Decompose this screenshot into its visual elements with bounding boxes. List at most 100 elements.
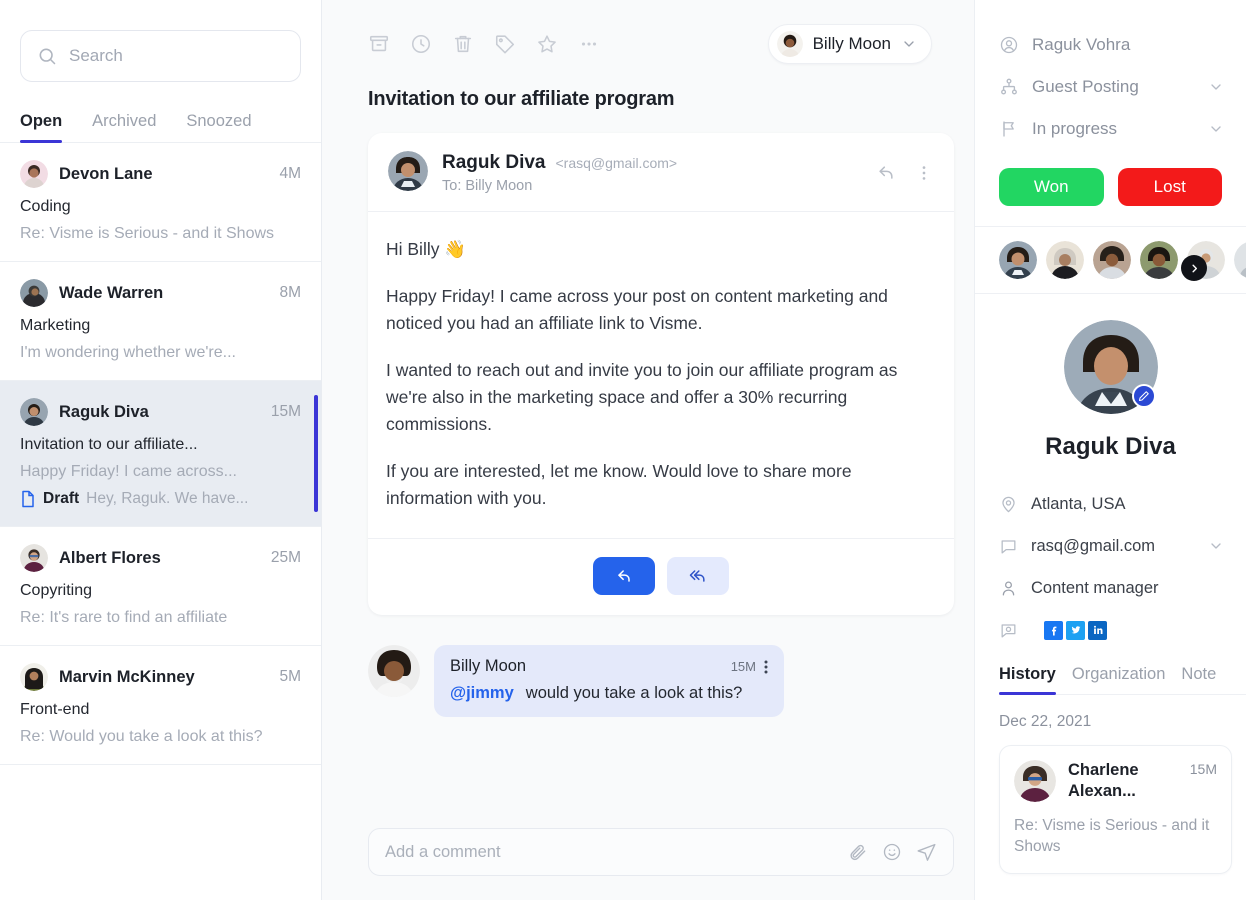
attachment-icon[interactable] — [848, 842, 868, 862]
detail-email: rasq@gmail.com — [1031, 536, 1156, 555]
thread-item[interactable]: Albert Flores 25M Copyriting Re: It's ra… — [0, 527, 321, 646]
thread-header: Albert Flores 25M — [20, 544, 301, 572]
profile-photo-wrap — [1063, 320, 1158, 414]
thread-item[interactable]: Marvin McKinney 5M Front-end Re: Would y… — [0, 646, 321, 765]
thread-preview: Re: Visme is Serious - and it Shows — [20, 225, 275, 242]
thread-header: Raguk Diva 15M — [20, 398, 301, 426]
message-panel: Billy Moon Invitation to our affiliate p… — [322, 0, 974, 900]
emoji-icon[interactable] — [882, 842, 902, 862]
thread-subject: Invitation to our affiliate... — [20, 436, 198, 453]
facebook-icon[interactable] — [1044, 620, 1063, 640]
meta-status-label: In progress — [1032, 119, 1118, 138]
tab-open[interactable]: Open — [20, 112, 63, 143]
account-switcher[interactable]: Billy Moon — [767, 24, 932, 64]
chevron-down-icon[interactable] — [1208, 121, 1246, 137]
detail-row-socials — [999, 609, 1246, 651]
mail-paragraph: If you are interested, let me know. Woul… — [386, 461, 852, 508]
detail-row-email[interactable]: rasq@gmail.com — [999, 525, 1246, 567]
avatar — [388, 151, 428, 191]
profile-name: Raguk Diva — [1045, 433, 1176, 460]
profile-details: Atlanta, USA rasq@gmail.com Content mana… — [975, 461, 1246, 651]
history-card[interactable]: Charlene Alexan... 15M Re: Visme is Seri… — [999, 745, 1232, 874]
avatar — [20, 279, 48, 307]
comment-time: 15M — [730, 659, 756, 674]
star-icon[interactable] — [536, 33, 558, 55]
linkedin-icon[interactable] — [1088, 620, 1107, 640]
comment-author: Billy Moon — [450, 657, 527, 675]
mail-paragraph: I wanted to reach out and invite you to … — [386, 360, 898, 434]
next-participants-button[interactable] — [1181, 255, 1207, 281]
chevron-down-icon — [901, 36, 917, 52]
meta-pipeline-label: Guest Posting — [1032, 77, 1139, 96]
reply-button[interactable] — [593, 557, 655, 595]
participant-avatar[interactable] — [999, 241, 1037, 279]
thread-item[interactable]: Wade Warren 8M Marketing I'm wondering w… — [0, 262, 321, 381]
twitter-icon[interactable] — [1066, 620, 1085, 640]
won-button[interactable]: Won — [999, 168, 1104, 206]
thread-header: Marvin McKinney 5M — [20, 663, 301, 691]
chevron-down-icon[interactable] — [1208, 538, 1246, 554]
search-box[interactable] — [20, 30, 301, 82]
meta-row-owner[interactable]: Raguk Vohra — [999, 24, 1246, 66]
mail-sender-email: <rasq@gmail.com> — [555, 155, 678, 171]
comment-header: Billy Moon 15M — [450, 657, 768, 676]
history-card-time: 15M — [1189, 761, 1217, 777]
tab-snoozed[interactable]: Snoozed — [186, 112, 251, 142]
account-name: Billy Moon — [812, 34, 891, 53]
comment-mention[interactable]: @jimmy — [450, 684, 514, 702]
participant-avatar[interactable] — [1140, 241, 1178, 279]
history-card-header: Charlene Alexan... 15M — [1014, 760, 1217, 802]
reply-actions — [368, 538, 954, 615]
participants-row — [975, 226, 1246, 294]
comment-input[interactable] — [385, 842, 834, 862]
mail-more-icon[interactable] — [914, 163, 934, 183]
search-input[interactable] — [69, 46, 290, 66]
archive-icon[interactable] — [368, 33, 390, 55]
history-card-name: Charlene Alexan... — [1068, 761, 1139, 800]
flag-icon — [999, 119, 1019, 139]
user-circle-icon — [999, 35, 1019, 55]
clock-icon[interactable] — [410, 33, 432, 55]
thread-subject: Coding — [20, 198, 71, 215]
trash-icon[interactable] — [452, 33, 474, 55]
send-icon[interactable] — [916, 842, 937, 863]
more-icon[interactable] — [578, 33, 600, 55]
thread-list: Devon Lane 4M Coding Re: Visme is Seriou… — [0, 143, 321, 900]
thread-item-selected[interactable]: Raguk Diva 15M Invitation to our affilia… — [0, 381, 321, 527]
comment-thread: Billy Moon 15M @jimmy would you take a lo… — [368, 645, 954, 717]
lost-button[interactable]: Lost — [1117, 168, 1222, 206]
avatar — [20, 663, 48, 691]
participant-avatar[interactable] — [1234, 241, 1246, 279]
avatar — [368, 645, 420, 697]
mail-header-actions — [876, 151, 934, 183]
participant-avatar[interactable] — [1093, 241, 1131, 279]
search-section — [0, 0, 321, 82]
avatar — [20, 398, 48, 426]
tab-note[interactable]: Note — [1181, 665, 1216, 694]
meta-row-status[interactable]: In progress — [999, 108, 1246, 150]
draft-text: Hey, Raguk. We have... — [86, 490, 249, 507]
chevron-down-icon[interactable] — [1208, 79, 1246, 95]
reply-icon[interactable] — [876, 163, 896, 183]
edit-profile-button[interactable] — [1131, 384, 1156, 408]
page-title: Invitation to our affiliate program — [368, 88, 675, 110]
detail-role: Content manager — [1031, 578, 1159, 597]
reply-all-button[interactable] — [667, 557, 729, 595]
participant-avatar[interactable] — [1046, 241, 1084, 279]
mail-header: Raguk Diva <rasq@gmail.com> To: Billy Mo… — [368, 133, 954, 212]
mail-sender-row: Raguk Diva <rasq@gmail.com> — [442, 152, 862, 174]
tab-archived[interactable]: Archived — [92, 112, 156, 142]
tab-history[interactable]: History — [999, 665, 1056, 695]
detail-row-location: Atlanta, USA — [999, 483, 1246, 525]
thread-time: 15M — [270, 403, 301, 420]
tag-icon[interactable] — [494, 33, 516, 55]
comment-more-icon[interactable] — [764, 660, 768, 674]
deal-status-actions: Won Lost — [975, 166, 1246, 226]
thread-item[interactable]: Devon Lane 4M Coding Re: Visme is Seriou… — [0, 143, 321, 262]
comment-bubble: Billy Moon 15M @jimmy would you take a lo… — [434, 645, 784, 717]
tab-organization[interactable]: Organization — [1072, 665, 1166, 694]
meta-row-pipeline[interactable]: Guest Posting — [999, 66, 1246, 108]
profile-section: Raguk Diva — [975, 294, 1246, 461]
thread-time: 4M — [279, 165, 301, 182]
comment-composer[interactable] — [368, 828, 954, 876]
